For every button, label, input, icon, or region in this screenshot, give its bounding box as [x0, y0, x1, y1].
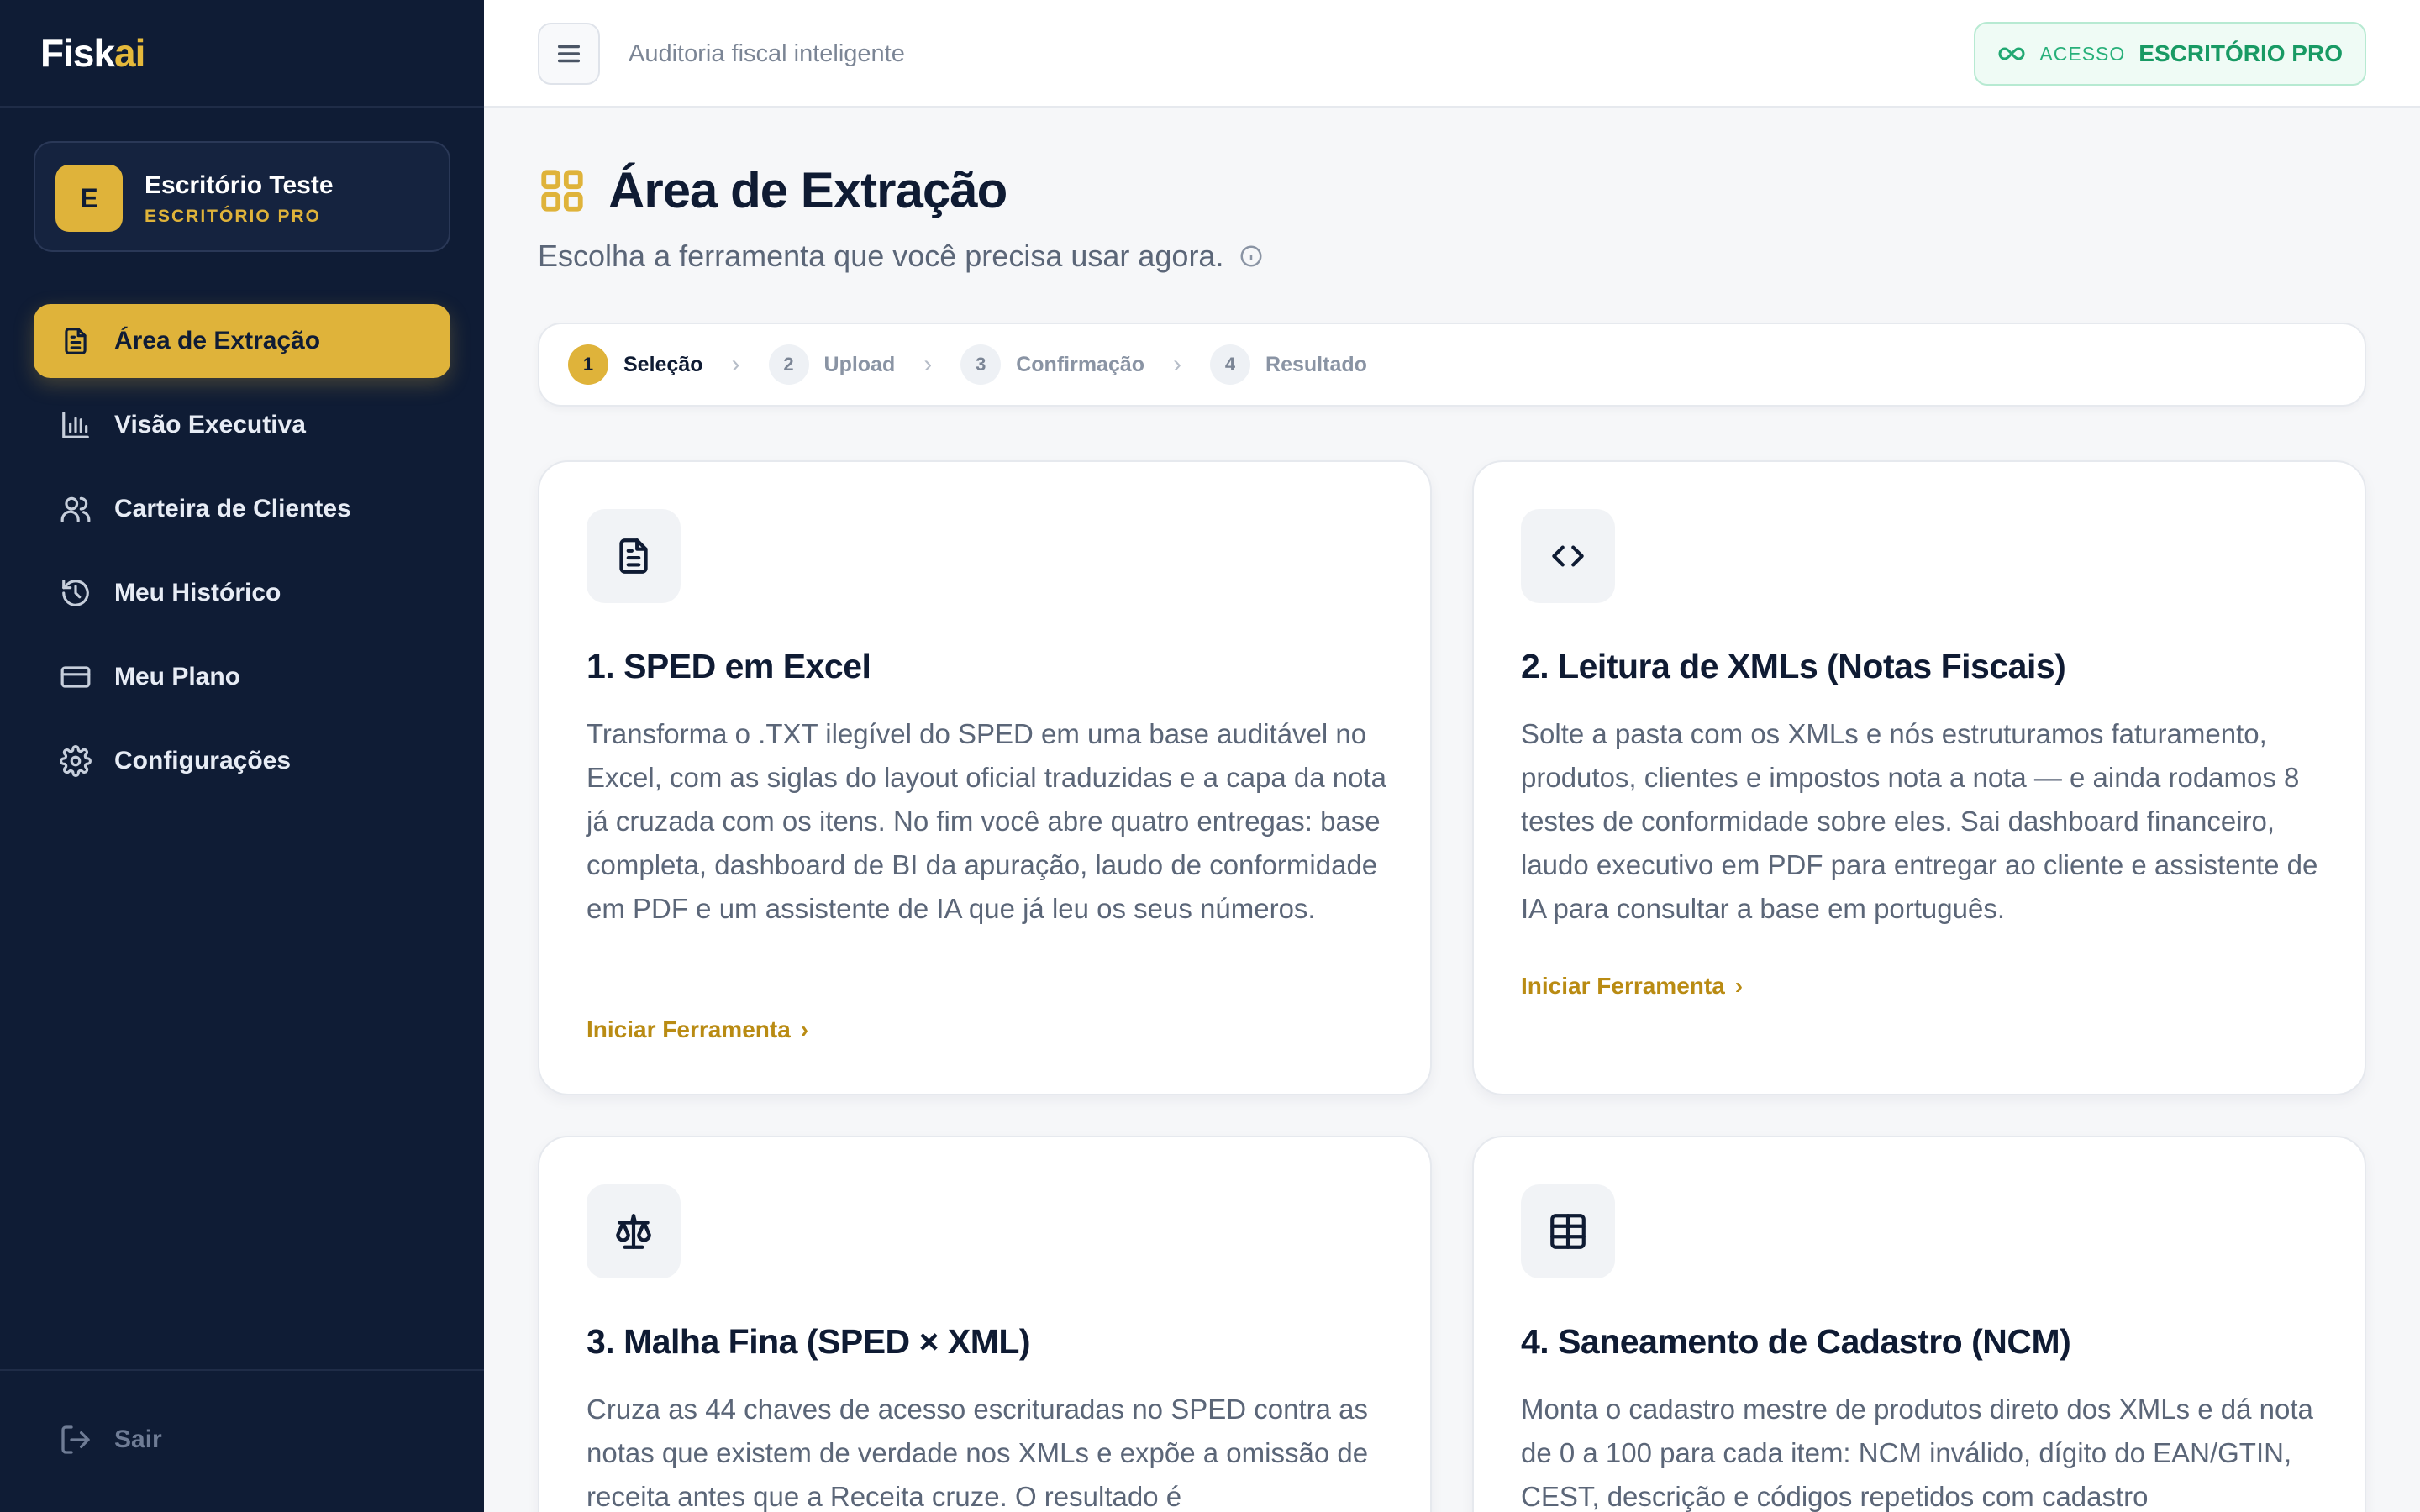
chevron-right-icon: ›	[800, 1016, 809, 1042]
chevron-right-icon: ›	[923, 350, 933, 378]
sidebar-item-label: Área de Extração	[114, 327, 321, 354]
app-tagline: Auditoria fiscal inteligente	[629, 40, 905, 67]
stepper: 1 Seleção › 2 Upload › 3 Confirmação › 4…	[538, 323, 2366, 407]
sidebar-item-label: Carteira de Clientes	[114, 495, 351, 522]
info-icon[interactable]	[1239, 244, 1264, 269]
card-description: Transforma o .TXT ilegível do SPED em um…	[587, 718, 1387, 924]
topbar: Auditoria fiscal inteligente ACESSO ESCR…	[484, 0, 2420, 108]
card-description: Solte a pasta com os XMLs e nós estrutur…	[1521, 718, 2318, 924]
divider	[0, 106, 484, 108]
tool-card-xml[interactable]: 2. Leitura de XMLs (Notas Fiscais) Solte…	[1472, 460, 2366, 1095]
file-text-icon	[59, 324, 92, 358]
scale-icon	[587, 1184, 681, 1278]
hamburger-icon	[557, 45, 581, 63]
step-label: Resultado	[1265, 352, 1367, 376]
page-subtitle-text: Escolha a ferramenta que você precisa us…	[538, 239, 1224, 273]
step-label: Seleção	[623, 352, 703, 376]
step-selecao[interactable]: 1 Seleção	[568, 344, 703, 385]
history-icon	[59, 576, 92, 610]
step-number: 2	[768, 344, 809, 385]
infinity-icon	[1998, 47, 2025, 60]
sidebar-nav: Área de Extração Visão Executiva Carteir…	[34, 304, 450, 808]
step-label: Upload	[823, 352, 896, 376]
sidebar-item-label: Configurações	[114, 747, 292, 774]
sidebar-item-label: Meu Plano	[114, 663, 241, 690]
page-header: Área de Extração	[538, 161, 1007, 219]
access-value: ESCRITÓRIO PRO	[2139, 40, 2343, 66]
card-title: 3. Malha Fina (SPED × XML)	[587, 1322, 1031, 1361]
account-plan: ESCRITÓRIO PRO	[145, 207, 322, 226]
step-label: Confirmação	[1016, 352, 1145, 376]
step-number: 1	[568, 344, 608, 385]
gear-icon	[59, 744, 92, 778]
table-icon	[1521, 1184, 1615, 1278]
start-tool-button[interactable]: Iniciar Ferramenta ›	[1521, 973, 1743, 1000]
card-description: Cruza as 44 chaves de acesso escriturada…	[587, 1394, 1369, 1512]
page-title: Área de Extração	[608, 162, 1007, 218]
tool-card-sped-excel[interactable]: 1. SPED em Excel Transforma o .TXT ilegí…	[538, 460, 1432, 1095]
sidebar-item-label: Visão Executiva	[114, 411, 306, 438]
chevron-right-icon: ›	[1734, 973, 1744, 999]
tool-card-malha-fina[interactable]: 3. Malha Fina (SPED × XML) Cruza as 44 c…	[538, 1136, 1432, 1512]
avatar: E	[55, 165, 123, 232]
sidebar-item-visao-executiva[interactable]: Visão Executiva	[34, 388, 450, 462]
logout-icon	[61, 1425, 90, 1454]
sidebar-item-area-de-extracao[interactable]: Área de Extração	[34, 304, 450, 378]
sidebar-item-configuracoes[interactable]: Configurações	[34, 724, 450, 798]
sidebar-item-carteira-de-clientes[interactable]: Carteira de Clientes	[34, 472, 450, 546]
access-badge: ACESSO ESCRITÓRIO PRO	[1974, 22, 2366, 86]
document-icon	[587, 509, 681, 603]
users-icon	[59, 492, 92, 526]
logout-button[interactable]: Sair	[59, 1423, 162, 1457]
credit-card-icon	[59, 660, 92, 694]
tool-card-saneamento-cadastro[interactable]: 4. Saneamento de Cadastro (NCM) Monta o …	[1472, 1136, 2366, 1512]
account-name: Escritório Teste	[145, 171, 334, 199]
step-confirmacao[interactable]: 3 Confirmação	[960, 344, 1144, 385]
sidebar-item-meu-plano[interactable]: Meu Plano	[34, 640, 450, 714]
card-title: 1. SPED em Excel	[587, 647, 871, 685]
sidebar-item-label: Meu Histórico	[114, 579, 281, 606]
access-label: ACESSO	[2039, 42, 2126, 65]
chevron-right-icon: ›	[731, 350, 740, 378]
account-card[interactable]: E Escritório Teste ESCRITÓRIO PRO	[34, 141, 450, 252]
page-subtitle: Escolha a ferramenta que você precisa us…	[538, 239, 1264, 274]
card-title: 4. Saneamento de Cadastro (NCM)	[1521, 1322, 2071, 1361]
step-resultado[interactable]: 4 Resultado	[1210, 344, 1367, 385]
sidebar: Fiskai E Escritório Teste ESCRITÓRIO PRO…	[0, 0, 484, 1512]
grid-icon	[541, 169, 583, 212]
step-upload[interactable]: 2 Upload	[768, 344, 896, 385]
chevron-right-icon: ›	[1173, 350, 1182, 378]
menu-toggle-button[interactable]	[538, 23, 600, 85]
step-number: 3	[960, 344, 1002, 385]
bar-chart-icon	[59, 408, 92, 442]
code-icon	[1521, 509, 1615, 603]
brand-logo[interactable]: Fiskai	[40, 30, 145, 76]
card-title: 2. Leitura de XMLs (Notas Fiscais)	[1521, 647, 2066, 685]
logout-label: Sair	[114, 1425, 162, 1453]
divider	[0, 1369, 484, 1371]
sidebar-item-meu-historico[interactable]: Meu Histórico	[34, 556, 450, 630]
step-number: 4	[1210, 344, 1251, 385]
card-description: Monta o cadastro mestre de produtos dire…	[1521, 1394, 2313, 1512]
start-tool-button[interactable]: Iniciar Ferramenta ›	[587, 1016, 808, 1043]
